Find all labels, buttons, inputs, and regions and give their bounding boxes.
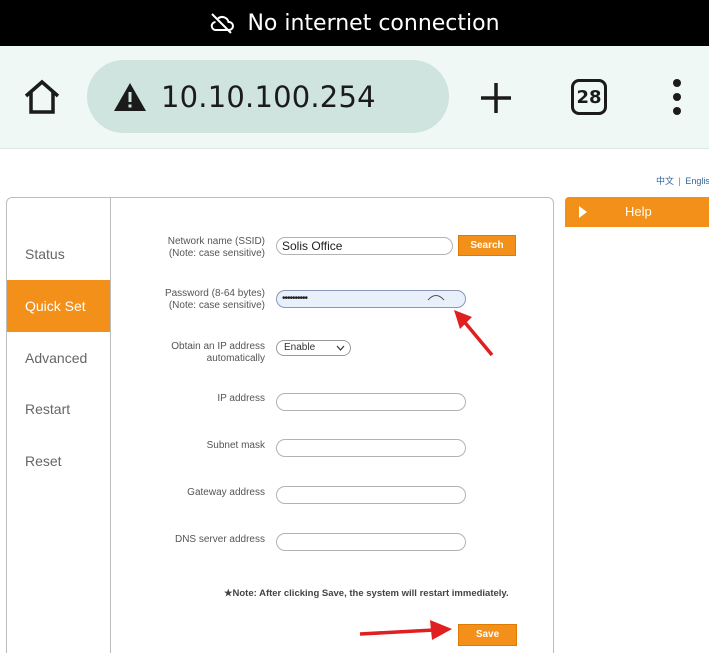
gateway-label: Gateway address [187,487,265,498]
obtain-ip-select[interactable]: Enable [276,340,351,356]
sidebar-item-advanced[interactable]: Advanced [7,332,110,384]
url-text[interactable]: 10.10.100.254 [161,80,376,114]
save-button[interactable]: Save [458,624,517,646]
plus-icon[interactable] [478,80,514,116]
address-bar[interactable]: 10.10.100.254 [87,60,449,133]
ip-address-label: IP address [217,393,265,404]
ssid-input[interactable]: Solis Office [276,237,453,255]
more-vert-icon[interactable] [670,79,684,115]
subnet-mask-label: Subnet mask [206,440,265,451]
obtain-ip-label: Obtain an IP address automatically [171,341,265,364]
language-switch: 中文 | Englis [656,174,709,187]
annotation-arrow-save [359,620,452,640]
sidebar-item-reset[interactable]: Reset [7,435,110,487]
loading-spinner-icon [427,295,445,301]
sidebar-item-status[interactable]: Status [7,228,110,280]
help-bar[interactable]: Help [565,197,709,227]
subnet-mask-input[interactable] [276,439,466,457]
lang-english-link[interactable]: Englis [685,176,709,186]
status-bar: No internet connection [0,0,709,46]
help-label: Help [625,204,652,219]
home-icon[interactable] [22,78,62,116]
cloud-off-icon [211,13,235,34]
sidebar-item-restart[interactable]: Restart [7,383,110,435]
warning-icon[interactable] [113,82,147,112]
chevron-down-icon [336,345,345,351]
restart-note: ★Note: After clicking Save, the system w… [224,588,509,599]
gateway-input[interactable] [276,486,466,504]
search-button[interactable]: Search [458,235,516,256]
play-arrow-icon [579,206,587,218]
sidebar: Status Quick Set Advanced Restart Reset [7,198,111,653]
dns-label: DNS server address [174,534,265,545]
screen: No internet connection 10.10.100.254 28 … [0,0,709,653]
dns-input[interactable] [276,533,466,551]
browser-toolbar: 10.10.100.254 28 [0,46,709,149]
lang-separator: | [678,176,681,186]
password-label: Password (8-64 bytes) (Note: case sensit… [164,288,265,311]
tabs-icon[interactable]: 28 [571,79,607,115]
settings-panel: Status Quick Set Advanced Restart Reset … [6,197,554,653]
tab-count: 28 [576,86,602,108]
sidebar-item-quick-set[interactable]: Quick Set [7,280,110,332]
lang-chinese-link[interactable]: 中文 [656,176,674,186]
annotation-arrow-password [454,310,494,357]
ssid-label: Network name (SSID) (Note: case sensitiv… [167,236,265,259]
ip-address-input[interactable] [276,393,466,411]
status-message: No internet connection [247,10,500,36]
